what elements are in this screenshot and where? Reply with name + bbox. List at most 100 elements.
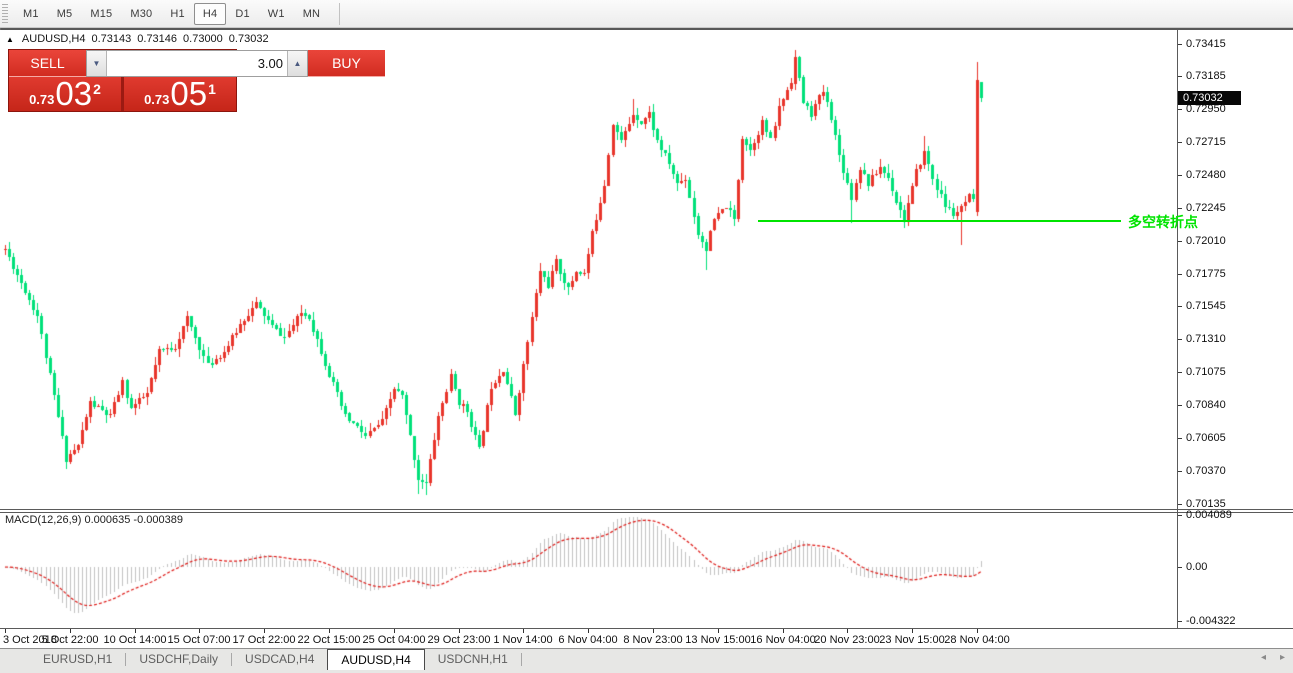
timeframe-toolbar: M1M5M15M30H1H4D1W1MN xyxy=(0,0,1293,28)
support-trendline[interactable] xyxy=(758,220,1121,222)
price-axis-tick xyxy=(1178,339,1182,340)
sell-price-button[interactable]: 0.73 03 2 xyxy=(9,77,121,111)
timeframe-button-w1[interactable]: W1 xyxy=(259,3,294,25)
time-axis-tick xyxy=(264,629,265,633)
time-axis-tick xyxy=(653,629,654,633)
macd-axis-tick xyxy=(1178,515,1182,516)
current-price-tag: 0.73032 xyxy=(1178,91,1241,105)
timeframe-button-group: M1M5M15M30H1H4D1W1MN xyxy=(14,3,329,25)
price-axis-tick xyxy=(1178,109,1182,110)
macd-axis-tick xyxy=(1178,567,1182,568)
sell-button[interactable]: SELL xyxy=(9,50,86,77)
time-axis-label: 25 Oct 04:00 xyxy=(363,634,426,646)
price-axis-tick xyxy=(1178,76,1182,77)
pane-splitter-line[interactable] xyxy=(0,509,1293,510)
tab-scroll-left-icon[interactable]: ◂ xyxy=(1261,652,1266,663)
chart-tab-audusd-h4[interactable]: AUDUSD,H4 xyxy=(327,649,424,670)
volume-input[interactable] xyxy=(107,51,287,76)
title-high: 0.73146 xyxy=(137,33,177,45)
price-axis-label: 0.73415 xyxy=(1186,38,1226,50)
sell-button-label: SELL xyxy=(30,55,64,71)
time-axis-label: 6 Nov 04:00 xyxy=(558,634,617,646)
time-axis-tick xyxy=(70,629,71,633)
time-axis-label: 28 Nov 04:00 xyxy=(944,634,1009,646)
price-axis-tick xyxy=(1178,274,1182,275)
price-axis-tick xyxy=(1178,471,1182,472)
chart-tab-bar: EURUSD,H1USDCHF,DailyUSDCAD,H4AUDUSD,H4U… xyxy=(0,648,1293,673)
price-axis-label: 0.73185 xyxy=(1186,70,1226,82)
sell-price-prefix: 0.73 xyxy=(29,90,54,110)
macd-indicator-label: MACD(12,26,9) 0.000635 -0.000389 xyxy=(5,514,183,526)
buy-button[interactable]: BUY xyxy=(308,50,385,77)
chart-tab-eurusd-h1[interactable]: EURUSD,H1 xyxy=(30,649,125,669)
pane-splitter-line[interactable] xyxy=(0,512,1293,513)
price-axis-tick xyxy=(1178,306,1182,307)
chart-tab-usdcnh-h1[interactable]: USDCNH,H1 xyxy=(425,649,521,669)
price-axis-label: 0.70840 xyxy=(1186,399,1226,411)
macd-pane-bottom-border xyxy=(0,628,1293,629)
title-symbol: AUDUSD,H4 xyxy=(22,33,86,45)
tab-scroll-buttons: ◂ ▸ xyxy=(1261,652,1285,663)
support-annotation-label[interactable]: 多空转折点 xyxy=(1128,212,1198,232)
time-axis-tick xyxy=(783,629,784,633)
time-axis-label: 5 Oct 22:00 xyxy=(42,634,99,646)
time-axis-label: 16 Nov 04:00 xyxy=(750,634,815,646)
title-open: 0.73143 xyxy=(92,33,132,45)
price-axis-tick xyxy=(1178,175,1182,176)
price-axis-label: 0.72715 xyxy=(1186,136,1226,148)
buy-button-label: BUY xyxy=(332,55,361,71)
price-axis-tick xyxy=(1178,241,1182,242)
price-axis-tick xyxy=(1178,44,1182,45)
timeframe-button-h1[interactable]: H1 xyxy=(161,3,193,25)
time-axis-tick xyxy=(459,629,460,633)
timeframe-button-h4[interactable]: H4 xyxy=(194,3,226,25)
volume-increase-button[interactable]: ▲ xyxy=(287,51,307,76)
chart-tab-usdcad-h4[interactable]: USDCAD,H4 xyxy=(232,649,327,669)
time-axis-tick xyxy=(394,629,395,633)
price-axis-label: 0.71075 xyxy=(1186,366,1226,378)
time-axis-tick xyxy=(977,629,978,633)
price-axis-label: 0.72010 xyxy=(1186,235,1226,247)
timeframe-button-m15[interactable]: M15 xyxy=(81,3,121,25)
tab-separator xyxy=(521,653,522,666)
title-low: 0.73000 xyxy=(183,33,223,45)
macd-axis-label: 0.004089 xyxy=(1186,509,1232,521)
buy-price-button[interactable]: 0.73 05 1 xyxy=(124,77,236,111)
macd-axis-label: -0.004322 xyxy=(1186,615,1236,627)
price-axis-tick xyxy=(1178,504,1182,505)
one-click-trading-panel: SELL ▼ ▲ BUY 0.73 03 2 0.73 05 1 xyxy=(8,49,237,112)
volume-decrease-button[interactable]: ▼ xyxy=(87,51,107,76)
volume-stepper: ▼ ▲ xyxy=(86,50,308,77)
time-axis-label: 13 Nov 15:00 xyxy=(685,634,750,646)
time-axis-tick xyxy=(588,629,589,633)
chart-ohlc-title: ▲ AUDUSD,H4 0.73143 0.73146 0.73000 0.73… xyxy=(6,33,269,45)
tab-scroll-right-icon[interactable]: ▸ xyxy=(1280,652,1285,663)
price-axis-border xyxy=(1177,30,1178,628)
price-axis-tick xyxy=(1178,142,1182,143)
candlestick-chart-canvas[interactable] xyxy=(0,30,1177,629)
time-axis-label: 15 Oct 07:00 xyxy=(168,634,231,646)
timeframe-button-m30[interactable]: M30 xyxy=(121,3,161,25)
buy-price-pipette: 1 xyxy=(208,82,216,96)
time-axis-label: 8 Nov 23:00 xyxy=(623,634,682,646)
price-axis-label: 0.70605 xyxy=(1186,432,1226,444)
price-axis-label: 0.71545 xyxy=(1186,300,1226,312)
sell-price-pipette: 2 xyxy=(93,82,101,96)
timeframe-button-d1[interactable]: D1 xyxy=(226,3,258,25)
toolbar-grip-handle[interactable] xyxy=(2,4,8,24)
price-axis-tick xyxy=(1178,438,1182,439)
buy-price-prefix: 0.73 xyxy=(144,90,169,110)
sell-price-big-digits: 03 xyxy=(55,77,92,110)
timeframe-button-m5[interactable]: M5 xyxy=(48,3,82,25)
timeframe-button-m1[interactable]: M1 xyxy=(14,3,48,25)
timeframe-button-mn[interactable]: MN xyxy=(294,3,330,25)
time-axis-label: 20 Nov 23:00 xyxy=(814,634,879,646)
buy-price-big-digits: 05 xyxy=(170,77,207,110)
time-axis-tick xyxy=(329,629,330,633)
title-marker-icon: ▲ xyxy=(6,35,14,44)
price-axis-label: 0.71775 xyxy=(1186,268,1226,280)
price-axis-tick xyxy=(1178,372,1182,373)
chart-tab-usdchf-daily[interactable]: USDCHF,Daily xyxy=(126,649,231,669)
price-axis-label: 0.70370 xyxy=(1186,465,1226,477)
time-axis-label: 22 Oct 15:00 xyxy=(298,634,361,646)
